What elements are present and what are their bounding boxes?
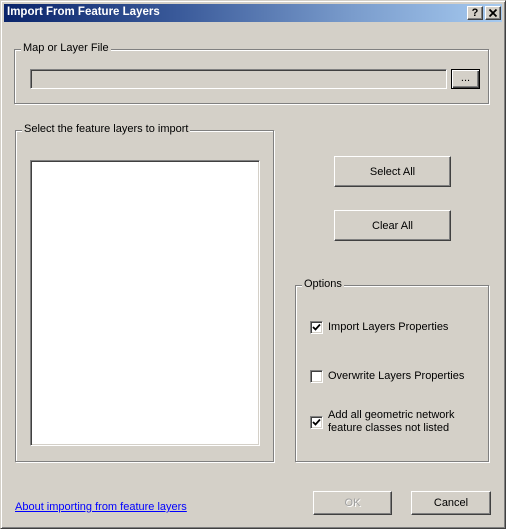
close-button[interactable] xyxy=(485,6,501,20)
import-layers-properties-option[interactable]: Import Layers Properties xyxy=(310,321,448,334)
overwrite-layers-properties-option[interactable]: Overwrite Layers Properties xyxy=(310,370,464,383)
close-icon xyxy=(488,8,498,21)
feature-layers-label: Select the feature layers to import xyxy=(22,123,191,135)
options-label: Options xyxy=(302,278,344,290)
add-network-classes-label: Add all geometric network feature classe… xyxy=(328,409,455,434)
browse-button[interactable]: ... xyxy=(451,69,480,89)
dialog-title: Import From Feature Layers xyxy=(7,6,160,18)
checkmark-icon xyxy=(312,418,321,426)
dialog-window: Import From Feature Layers ? Map or Laye… xyxy=(0,0,506,529)
map-layer-file-label: Map or Layer File xyxy=(21,42,111,54)
import-layers-properties-label: Import Layers Properties xyxy=(328,321,449,333)
help-button[interactable]: ? xyxy=(467,6,483,20)
overwrite-layers-properties-label: Overwrite Layers Properties xyxy=(328,370,465,382)
options-group: Options Import Layers Properties Overwri… xyxy=(295,278,489,462)
cancel-button[interactable]: Cancel xyxy=(411,491,491,515)
about-importing-link[interactable]: About importing from feature layers xyxy=(15,501,187,513)
select-all-button[interactable]: Select All xyxy=(334,156,451,187)
add-network-classes-checkbox[interactable] xyxy=(310,415,323,429)
feature-layers-list[interactable] xyxy=(30,160,260,446)
ok-button[interactable]: OK xyxy=(313,491,392,515)
ellipsis-icon: ... xyxy=(460,71,471,84)
add-network-classes-option[interactable]: Add all geometric network feature classe… xyxy=(310,409,455,435)
title-bar[interactable]: Import From Feature Layers ? xyxy=(4,4,502,22)
question-mark-icon: ? xyxy=(471,7,479,19)
clear-all-button[interactable]: Clear All xyxy=(334,210,451,241)
import-layers-properties-checkbox[interactable] xyxy=(310,321,323,334)
overwrite-layers-properties-checkbox[interactable] xyxy=(310,370,323,383)
map-layer-path-input[interactable] xyxy=(30,69,447,89)
checkmark-icon xyxy=(312,323,321,331)
